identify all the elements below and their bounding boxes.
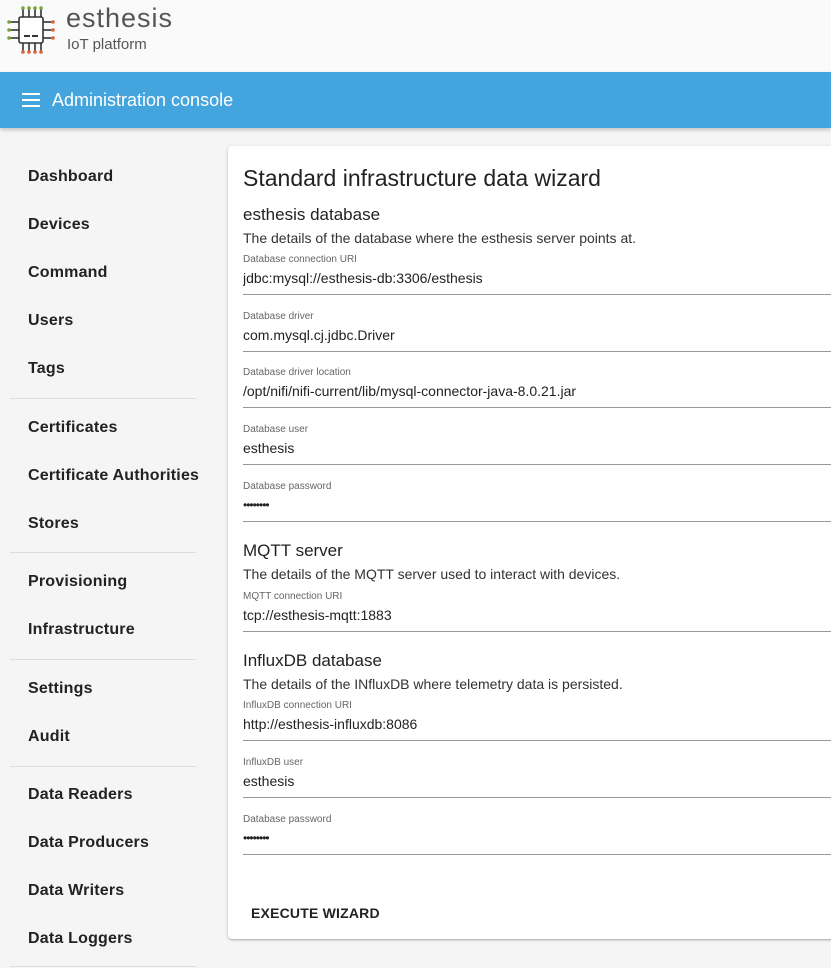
influx-user-input[interactable] (243, 771, 823, 791)
influx-user-field: InfluxDB user (243, 757, 831, 798)
influx-password-input[interactable] (243, 828, 823, 848)
sidebar-divider (10, 659, 196, 660)
db-password-field: Database password (243, 481, 831, 522)
db-user-input[interactable] (243, 438, 823, 458)
db-user-label: Database user (243, 424, 309, 435)
top-toolbar: Administration console (0, 72, 831, 128)
db-driver-location-field: Database driver location (243, 367, 831, 408)
brand-tagline: IoT platform (67, 36, 147, 53)
db-uri-input[interactable] (243, 268, 823, 288)
sidebar-item-audit[interactable]: Audit (28, 728, 70, 746)
influx-uri-field: InfluxDB connection URI (243, 700, 831, 741)
db-driver-label: Database driver (243, 311, 314, 322)
sidebar-item-certificates[interactable]: Certificates (28, 419, 118, 437)
sidebar-item-command[interactable]: Command (28, 264, 108, 282)
db-driver-location-label: Database driver location (243, 367, 351, 378)
sidebar-item-data-writers[interactable]: Data Writers (28, 882, 124, 900)
mqtt-uri-field: MQTT connection URI (243, 591, 831, 632)
wizard-card: Standard infrastructure data wizard esth… (228, 146, 831, 939)
section-title-influxdb-database: InfluxDB database (243, 651, 382, 670)
sidebar-item-data-readers[interactable]: Data Readers (28, 786, 133, 804)
sidebar-item-infrastructure[interactable]: Infrastructure (28, 621, 135, 639)
section-desc-esthesis-database: The details of the database where the es… (243, 230, 637, 246)
sidebar-item-tags[interactable]: Tags (28, 360, 65, 378)
influx-uri-label: InfluxDB connection URI (243, 700, 352, 711)
section-title-mqtt-server: MQTT server (243, 541, 343, 560)
sidebar-divider (10, 398, 196, 399)
section-desc-influxdb-database: The details of the INfluxDB where teleme… (243, 676, 623, 692)
db-password-input[interactable] (243, 495, 823, 515)
sidebar-item-devices[interactable]: Devices (28, 216, 90, 234)
section-desc-mqtt-server: The details of the MQTT server used to i… (243, 566, 621, 582)
db-driver-input[interactable] (243, 325, 823, 345)
influx-password-label: Database password (243, 814, 332, 825)
db-password-label: Database password (243, 481, 332, 492)
chip-logo-icon (7, 6, 55, 54)
sidebar-divider (10, 552, 196, 553)
sidebar-item-stores[interactable]: Stores (28, 515, 79, 533)
section-title-esthesis-database: esthesis database (243, 205, 381, 224)
toolbar-title: Administration console (52, 90, 234, 110)
sidebar-item-data-loggers[interactable]: Data Loggers (28, 930, 133, 948)
sidebar-item-dashboard[interactable]: Dashboard (28, 168, 113, 186)
sidebar-nav: Dashboard Devices Command Users Tags Cer… (0, 128, 212, 968)
hamburger-menu-icon[interactable] (22, 91, 42, 109)
db-user-field: Database user (243, 424, 831, 465)
db-uri-field: Database connection URI (243, 254, 831, 295)
sidebar-item-users[interactable]: Users (28, 312, 73, 330)
execute-wizard-button[interactable]: EXECUTE WIZARD (243, 901, 388, 925)
page-title: Standard infrastructure data wizard (243, 165, 601, 191)
sidebar-item-data-producers[interactable]: Data Producers (28, 834, 149, 852)
influx-uri-input[interactable] (243, 714, 823, 734)
sidebar-divider (10, 766, 196, 767)
db-driver-location-input[interactable] (243, 381, 823, 401)
sidebar-item-certificate-authorities[interactable]: Certificate Authorities (28, 467, 199, 485)
brand-header: esthesis IoT platform (0, 0, 831, 72)
mqtt-uri-label: MQTT connection URI (243, 591, 343, 602)
mqtt-uri-input[interactable] (243, 605, 823, 625)
sidebar-item-settings[interactable]: Settings (28, 680, 93, 698)
sidebar-item-provisioning[interactable]: Provisioning (28, 573, 127, 591)
influx-password-field: Database password (243, 814, 831, 855)
db-uri-label: Database connection URI (243, 254, 357, 265)
db-driver-field: Database driver (243, 311, 831, 352)
sidebar-divider (10, 966, 196, 967)
influx-user-label: InfluxDB user (243, 757, 304, 768)
brand-name: esthesis (66, 3, 174, 33)
